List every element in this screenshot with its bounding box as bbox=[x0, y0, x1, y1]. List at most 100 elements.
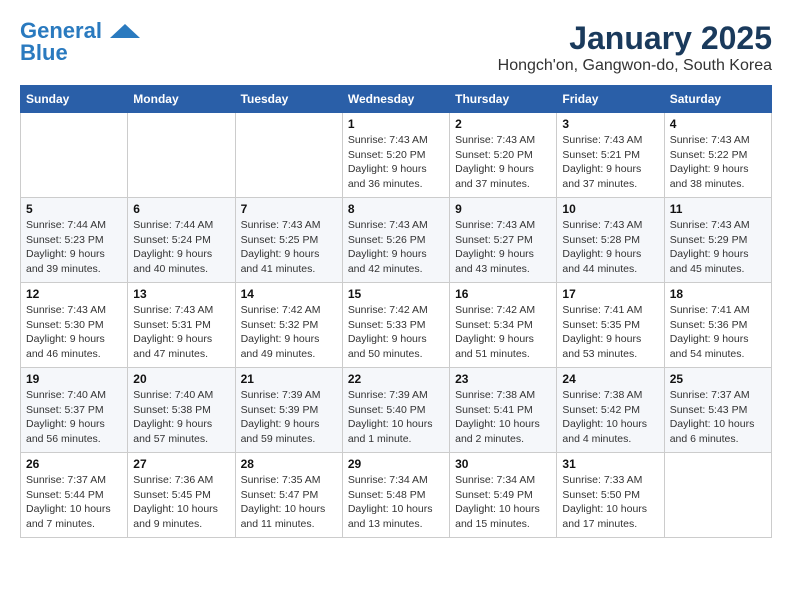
calendar-day-header: Tuesday bbox=[235, 86, 342, 113]
day-info: Sunrise: 7:33 AM Sunset: 5:50 PM Dayligh… bbox=[562, 473, 658, 532]
calendar-cell: 28 Sunrise: 7:35 AM Sunset: 5:47 PM Dayli… bbox=[235, 453, 342, 538]
calendar-cell: 14Sunrise: 7:42 AM Sunset: 5:32 PM Dayli… bbox=[235, 283, 342, 368]
day-info: Sunrise: 7:43 AM Sunset: 5:30 PM Dayligh… bbox=[26, 303, 122, 362]
calendar-cell: 25 Sunrise: 7:37 AM Sunset: 5:43 PM Dayli… bbox=[664, 368, 771, 453]
day-number: 18 bbox=[670, 287, 766, 301]
day-number: 20 bbox=[133, 372, 229, 386]
calendar-cell: 3 Sunrise: 7:43 AM Sunset: 5:21 PM Daylig… bbox=[557, 113, 664, 198]
day-number: 6 bbox=[133, 202, 229, 216]
calendar-week-row: 19Sunrise: 7:40 AM Sunset: 5:37 PM Dayli… bbox=[21, 368, 772, 453]
calendar-cell: 15 Sunrise: 7:42 AM Sunset: 5:33 PM Dayli… bbox=[342, 283, 449, 368]
day-number: 16 bbox=[455, 287, 551, 301]
main-title: January 2025 bbox=[498, 20, 772, 57]
calendar-cell: 2Sunrise: 7:43 AM Sunset: 5:20 PM Daylig… bbox=[450, 113, 557, 198]
calendar-cell: 10 Sunrise: 7:43 AM Sunset: 5:28 PM Dayli… bbox=[557, 198, 664, 283]
calendar-cell: 21 Sunrise: 7:39 AM Sunset: 5:39 PM Dayli… bbox=[235, 368, 342, 453]
day-info: Sunrise: 7:43 AM Sunset: 5:25 PM Dayligh… bbox=[241, 218, 337, 277]
calendar-cell: 19Sunrise: 7:40 AM Sunset: 5:37 PM Dayli… bbox=[21, 368, 128, 453]
day-number: 30 bbox=[455, 457, 551, 471]
calendar-day-header: Monday bbox=[128, 86, 235, 113]
calendar-cell bbox=[128, 113, 235, 198]
day-number: 9 bbox=[455, 202, 551, 216]
day-number: 21 bbox=[241, 372, 337, 386]
day-number: 11 bbox=[670, 202, 766, 216]
day-info: Sunrise: 7:43 AM Sunset: 5:31 PM Dayligh… bbox=[133, 303, 229, 362]
calendar-cell: 26 Sunrise: 7:37 AM Sunset: 5:44 PM Dayli… bbox=[21, 453, 128, 538]
day-info: Sunrise: 7:43 AM Sunset: 5:22 PM Dayligh… bbox=[670, 133, 766, 192]
calendar-cell: 16 Sunrise: 7:42 AM Sunset: 5:34 PM Dayli… bbox=[450, 283, 557, 368]
day-number: 3 bbox=[562, 117, 658, 131]
calendar-cell: 27 Sunrise: 7:36 AM Sunset: 5:45 PM Dayli… bbox=[128, 453, 235, 538]
calendar-cell: 13Sunrise: 7:43 AM Sunset: 5:31 PM Dayli… bbox=[128, 283, 235, 368]
day-number: 17 bbox=[562, 287, 658, 301]
day-number: 12 bbox=[26, 287, 122, 301]
day-number: 19 bbox=[26, 372, 122, 386]
day-number: 27 bbox=[133, 457, 229, 471]
day-info: Sunrise: 7:43 AM Sunset: 5:20 PM Dayligh… bbox=[348, 133, 444, 192]
day-info: Sunrise: 7:43 AM Sunset: 5:26 PM Dayligh… bbox=[348, 218, 444, 277]
day-number: 24 bbox=[562, 372, 658, 386]
calendar-cell bbox=[664, 453, 771, 538]
calendar-day-header: Wednesday bbox=[342, 86, 449, 113]
day-number: 23 bbox=[455, 372, 551, 386]
day-number: 25 bbox=[670, 372, 766, 386]
day-number: 31 bbox=[562, 457, 658, 471]
calendar-cell: 4Sunrise: 7:43 AM Sunset: 5:22 PM Daylig… bbox=[664, 113, 771, 198]
calendar-table: SundayMondayTuesdayWednesdayThursdayFrid… bbox=[20, 85, 772, 538]
day-number: 28 bbox=[241, 457, 337, 471]
subtitle: Hongch'on, Gangwon-do, South Korea bbox=[498, 57, 772, 75]
calendar-week-row: 5Sunrise: 7:44 AM Sunset: 5:23 PM Daylig… bbox=[21, 198, 772, 283]
day-number: 10 bbox=[562, 202, 658, 216]
calendar-week-row: 1 Sunrise: 7:43 AM Sunset: 5:20 PM Daylig… bbox=[21, 113, 772, 198]
calendar-cell: 29 Sunrise: 7:34 AM Sunset: 5:48 PM Dayli… bbox=[342, 453, 449, 538]
calendar-cell: 9 Sunrise: 7:43 AM Sunset: 5:27 PM Daylig… bbox=[450, 198, 557, 283]
calendar-cell bbox=[21, 113, 128, 198]
calendar-day-header: Friday bbox=[557, 86, 664, 113]
calendar-cell: 6 Sunrise: 7:44 AM Sunset: 5:24 PM Daylig… bbox=[128, 198, 235, 283]
logo-arrow-icon bbox=[110, 24, 140, 38]
day-number: 2 bbox=[455, 117, 551, 131]
day-number: 29 bbox=[348, 457, 444, 471]
day-info: Sunrise: 7:43 AM Sunset: 5:21 PM Dayligh… bbox=[562, 133, 658, 192]
day-info: Sunrise: 7:44 AM Sunset: 5:24 PM Dayligh… bbox=[133, 218, 229, 277]
calendar-cell: 17 Sunrise: 7:41 AM Sunset: 5:35 PM Dayli… bbox=[557, 283, 664, 368]
calendar-cell bbox=[235, 113, 342, 198]
day-info: Sunrise: 7:40 AM Sunset: 5:38 PM Dayligh… bbox=[133, 388, 229, 447]
day-number: 5 bbox=[26, 202, 122, 216]
calendar-day-header: Thursday bbox=[450, 86, 557, 113]
day-info: Sunrise: 7:37 AM Sunset: 5:43 PM Dayligh… bbox=[670, 388, 766, 447]
day-info: Sunrise: 7:43 AM Sunset: 5:29 PM Dayligh… bbox=[670, 218, 766, 277]
logo: General Blue bbox=[20, 20, 140, 64]
day-info: Sunrise: 7:42 AM Sunset: 5:33 PM Dayligh… bbox=[348, 303, 444, 362]
calendar-cell: 23 Sunrise: 7:38 AM Sunset: 5:41 PM Dayli… bbox=[450, 368, 557, 453]
day-info: Sunrise: 7:36 AM Sunset: 5:45 PM Dayligh… bbox=[133, 473, 229, 532]
day-info: Sunrise: 7:35 AM Sunset: 5:47 PM Dayligh… bbox=[241, 473, 337, 532]
day-info: Sunrise: 7:37 AM Sunset: 5:44 PM Dayligh… bbox=[26, 473, 122, 532]
day-info: Sunrise: 7:41 AM Sunset: 5:35 PM Dayligh… bbox=[562, 303, 658, 362]
calendar-week-row: 12 Sunrise: 7:43 AM Sunset: 5:30 PM Dayli… bbox=[21, 283, 772, 368]
day-info: Sunrise: 7:34 AM Sunset: 5:49 PM Dayligh… bbox=[455, 473, 551, 532]
calendar-week-row: 26 Sunrise: 7:37 AM Sunset: 5:44 PM Dayli… bbox=[21, 453, 772, 538]
calendar-cell: 30 Sunrise: 7:34 AM Sunset: 5:49 PM Dayli… bbox=[450, 453, 557, 538]
calendar-cell: 11 Sunrise: 7:43 AM Sunset: 5:29 PM Dayli… bbox=[664, 198, 771, 283]
day-number: 1 bbox=[348, 117, 444, 131]
day-info: Sunrise: 7:42 AM Sunset: 5:34 PM Dayligh… bbox=[455, 303, 551, 362]
calendar-cell: 18 Sunrise: 7:41 AM Sunset: 5:36 PM Dayli… bbox=[664, 283, 771, 368]
calendar-cell: 5Sunrise: 7:44 AM Sunset: 5:23 PM Daylig… bbox=[21, 198, 128, 283]
day-info: Sunrise: 7:38 AM Sunset: 5:41 PM Dayligh… bbox=[455, 388, 551, 447]
day-info: Sunrise: 7:39 AM Sunset: 5:39 PM Dayligh… bbox=[241, 388, 337, 447]
day-info: Sunrise: 7:39 AM Sunset: 5:40 PM Dayligh… bbox=[348, 388, 444, 447]
calendar-cell: 1 Sunrise: 7:43 AM Sunset: 5:20 PM Daylig… bbox=[342, 113, 449, 198]
day-info: Sunrise: 7:34 AM Sunset: 5:48 PM Dayligh… bbox=[348, 473, 444, 532]
day-number: 15 bbox=[348, 287, 444, 301]
calendar-cell: 12 Sunrise: 7:43 AM Sunset: 5:30 PM Dayli… bbox=[21, 283, 128, 368]
day-info: Sunrise: 7:43 AM Sunset: 5:27 PM Dayligh… bbox=[455, 218, 551, 277]
day-info: Sunrise: 7:43 AM Sunset: 5:28 PM Dayligh… bbox=[562, 218, 658, 277]
calendar-header-row: SundayMondayTuesdayWednesdayThursdayFrid… bbox=[21, 86, 772, 113]
day-info: Sunrise: 7:41 AM Sunset: 5:36 PM Dayligh… bbox=[670, 303, 766, 362]
day-number: 26 bbox=[26, 457, 122, 471]
calendar-cell: 24Sunrise: 7:38 AM Sunset: 5:42 PM Dayli… bbox=[557, 368, 664, 453]
calendar-day-header: Saturday bbox=[664, 86, 771, 113]
logo-line2: Blue bbox=[20, 42, 68, 64]
logo-text: General bbox=[20, 20, 140, 42]
